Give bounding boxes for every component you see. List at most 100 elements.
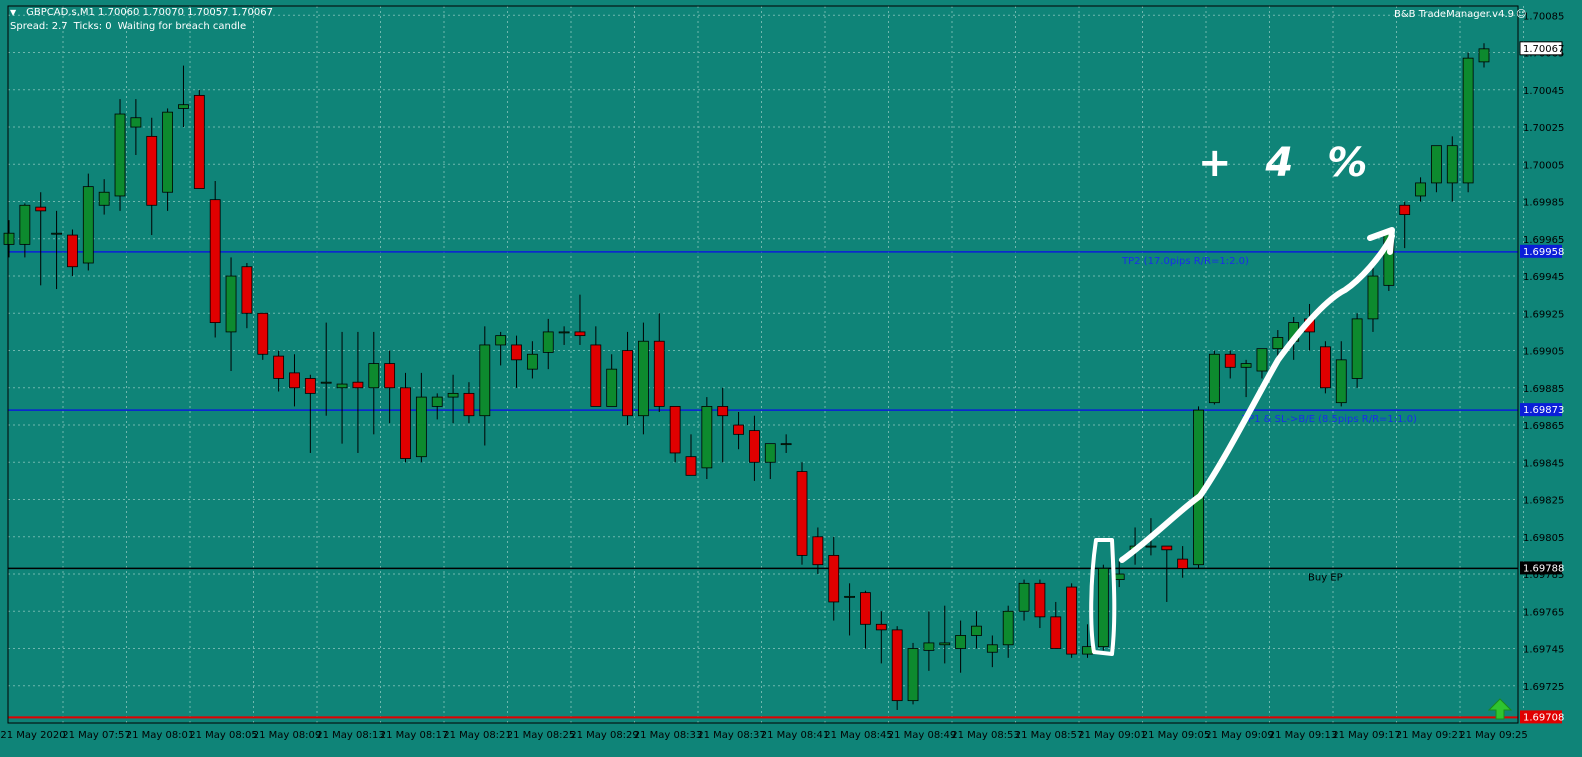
candle-body[interactable] xyxy=(558,331,570,334)
candle-body[interactable] xyxy=(146,135,158,206)
candle-body[interactable] xyxy=(1050,616,1062,649)
candle-body[interactable] xyxy=(717,406,729,417)
candle-body[interactable] xyxy=(526,353,538,370)
candle-body[interactable] xyxy=(209,199,221,323)
candle-body[interactable] xyxy=(384,363,396,389)
candle-body[interactable] xyxy=(685,456,697,476)
candle-body[interactable] xyxy=(669,406,681,454)
candle-body[interactable] xyxy=(1082,646,1093,655)
candle-body[interactable] xyxy=(415,396,427,458)
candle-body[interactable] xyxy=(114,113,126,197)
candle-body[interactable] xyxy=(828,554,840,603)
candle-body[interactable] xyxy=(590,344,602,407)
candle-body[interactable] xyxy=(1240,363,1252,368)
candle-body[interactable] xyxy=(1208,353,1220,404)
price-chart[interactable]: TP2 (17.0pips R/R=1:2.0) TP1 & SL->B/E (8… xyxy=(0,0,1582,757)
candle-body[interactable] xyxy=(891,629,903,702)
candle-body[interactable] xyxy=(1462,57,1474,184)
candle-body[interactable] xyxy=(1446,145,1458,184)
candle-body[interactable] xyxy=(336,383,348,389)
candle-body[interactable] xyxy=(971,625,982,636)
candle-body[interactable] xyxy=(622,350,633,417)
candle-body[interactable] xyxy=(495,335,507,346)
candle-body[interactable] xyxy=(860,592,871,625)
candle-body[interactable] xyxy=(1351,318,1363,379)
candle-body[interactable] xyxy=(701,406,713,469)
candle-body[interactable] xyxy=(764,443,776,463)
candle-body[interactable] xyxy=(923,642,935,651)
candle-body[interactable] xyxy=(1034,582,1046,618)
candle-body[interactable] xyxy=(796,471,808,556)
candle-body[interactable] xyxy=(1224,353,1236,368)
candle-body[interactable] xyxy=(638,340,649,417)
candle-body[interactable] xyxy=(1319,346,1331,389)
candle-body[interactable] xyxy=(1478,48,1490,63)
candle-body[interactable] xyxy=(225,275,237,333)
x-tick-label: 21 May 08:33 xyxy=(634,730,703,741)
candle-body[interactable] xyxy=(130,117,142,128)
candle-body[interactable] xyxy=(606,368,618,407)
candle-body[interactable] xyxy=(1335,359,1347,404)
x-tick-label: 21 May 08:09 xyxy=(253,730,322,741)
candle-body[interactable] xyxy=(907,648,919,702)
candle-body[interactable] xyxy=(1367,275,1379,320)
candle-body[interactable] xyxy=(1066,586,1078,655)
y-tick-label: 1.69985 xyxy=(1523,198,1564,209)
candle-body[interactable] xyxy=(447,392,459,398)
candle-body[interactable] xyxy=(733,424,744,435)
candle-body[interactable] xyxy=(844,595,855,598)
candle-body[interactable] xyxy=(875,623,887,631)
candle-body[interactable] xyxy=(35,206,47,212)
candle-body[interactable] xyxy=(780,443,792,446)
candle-body[interactable] xyxy=(511,344,522,361)
candle-body[interactable] xyxy=(1018,582,1030,612)
candle-body[interactable] xyxy=(1161,545,1173,551)
candle-body[interactable] xyxy=(542,331,554,353)
candle-body[interactable] xyxy=(82,186,94,264)
candle-body[interactable] xyxy=(1002,610,1014,646)
y-tick-label: 1.69845 xyxy=(1523,458,1564,469)
candle-body[interactable] xyxy=(749,430,760,463)
candle-body[interactable] xyxy=(178,104,189,109)
candle-body[interactable] xyxy=(1415,182,1426,197)
candle-body[interactable] xyxy=(241,266,253,314)
y-tick-label: 1.69965 xyxy=(1523,235,1564,246)
candle-body[interactable] xyxy=(193,94,205,189)
candle-body[interactable] xyxy=(955,635,967,649)
candle-body[interactable] xyxy=(986,644,998,653)
candle-body[interactable] xyxy=(400,387,411,459)
candle-body[interactable] xyxy=(368,363,380,389)
candle-body[interactable] xyxy=(939,642,951,646)
candle-body[interactable] xyxy=(162,111,174,193)
candle-body[interactable] xyxy=(1113,573,1125,581)
candle-body[interactable] xyxy=(257,312,269,355)
candle-body[interactable] xyxy=(463,392,475,417)
candle-body[interactable] xyxy=(1097,568,1109,648)
candle-body[interactable] xyxy=(1177,558,1189,569)
candle-body[interactable] xyxy=(1431,145,1442,184)
candle-body[interactable] xyxy=(653,340,665,407)
candle-body[interactable] xyxy=(1272,337,1284,350)
candle-body[interactable] xyxy=(304,378,316,394)
candle-body[interactable] xyxy=(479,344,491,417)
candle-body[interactable] xyxy=(1399,204,1411,215)
candle-body[interactable] xyxy=(1193,409,1204,566)
y-tick-label: 1.70045 xyxy=(1523,86,1564,97)
y-tick-label: 1.69865 xyxy=(1523,421,1564,432)
candle-body[interactable] xyxy=(273,355,285,379)
candle-body[interactable] xyxy=(574,331,586,337)
candle-body[interactable] xyxy=(812,536,824,566)
candle-body[interactable] xyxy=(3,232,15,245)
candle-body[interactable] xyxy=(67,234,78,268)
candle-body[interactable] xyxy=(289,372,300,389)
candle-body[interactable] xyxy=(1145,545,1157,548)
candle-body[interactable] xyxy=(352,381,364,389)
candle-body[interactable] xyxy=(1256,348,1268,372)
y-tick-label: 1.70005 xyxy=(1523,160,1564,171)
candle-body[interactable] xyxy=(51,232,62,235)
collapse-triangle-icon[interactable]: ▼ xyxy=(10,6,16,20)
candle-body[interactable] xyxy=(431,396,443,407)
candle-body[interactable] xyxy=(19,204,31,245)
candle-body[interactable] xyxy=(98,191,110,206)
candle-body[interactable] xyxy=(320,381,332,384)
